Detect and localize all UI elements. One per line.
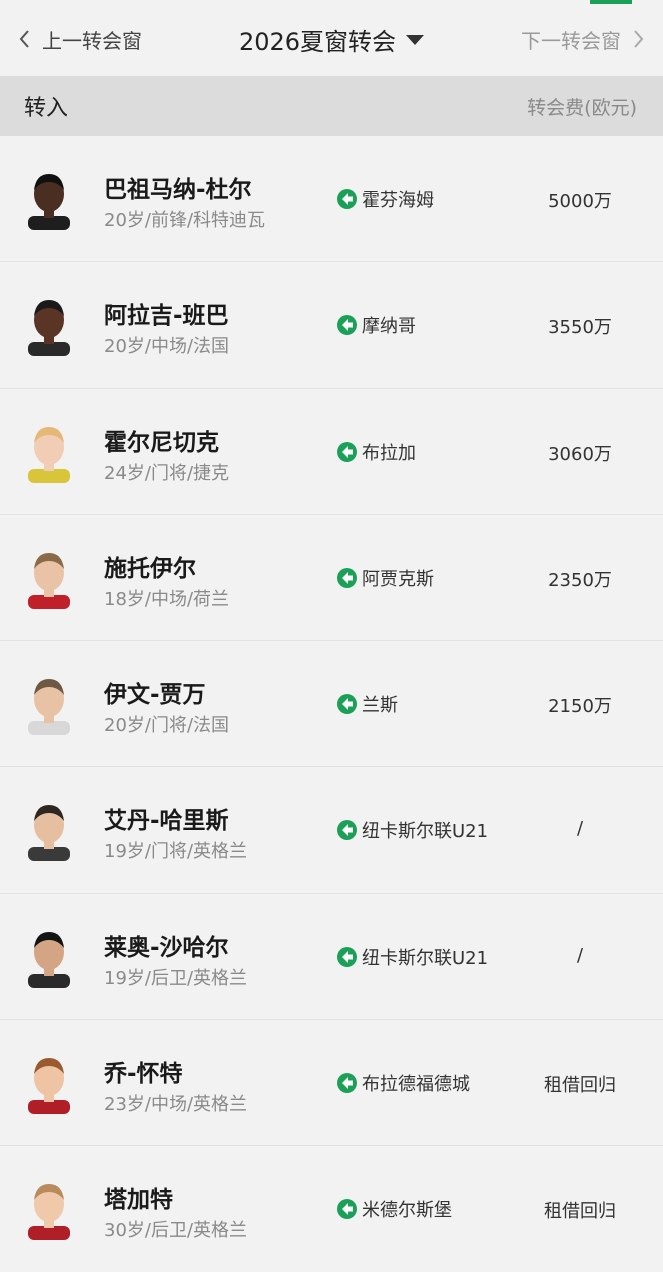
player-info: 18岁/中场/荷兰 bbox=[104, 588, 230, 610]
transfer-row[interactable]: 莱奥-沙哈尔 19岁/后卫/英格兰 纽卡斯尔联U21 / bbox=[0, 893, 663, 1021]
transfer-in-arrow-icon bbox=[337, 315, 357, 336]
next-window-button[interactable]: 下一转会窗 bbox=[521, 22, 649, 56]
section-header: 转入 转会费(欧元) bbox=[0, 76, 663, 136]
transfer-in-arrow-icon bbox=[337, 189, 357, 209]
transfer-fee: 2350万 bbox=[548, 569, 612, 591]
from-club: 纽卡斯尔联U21 bbox=[336, 817, 488, 843]
from-club: 米德尔斯堡 bbox=[336, 1196, 452, 1222]
transfer-fee: 3060万 bbox=[548, 443, 612, 465]
from-club: 阿贾克斯 bbox=[336, 565, 434, 591]
from-club-name: 阿贾克斯 bbox=[362, 568, 434, 590]
transfer-row[interactable]: 乔-怀特 23岁/中场/英格兰 布拉德福德城 租借回归 bbox=[0, 1020, 663, 1147]
transfer-fee: 5000万 bbox=[548, 191, 612, 212]
transfer-list: 巴祖马纳-杜尔 20岁/前锋/科特迪瓦 霍芬海姆 5000万 阿拉吉-班巴 20… bbox=[0, 136, 663, 1272]
player-name: 塔加特 bbox=[104, 1187, 173, 1214]
next-window-label: 下一转会窗 bbox=[521, 28, 621, 53]
transfer-in-arrow-icon bbox=[337, 441, 357, 462]
transfer-row[interactable]: 阿拉吉-班巴 20岁/中场/法国 摩纳哥 3550万 bbox=[0, 262, 663, 389]
from-club-name: 霍芬海姆 bbox=[362, 190, 434, 211]
from-club-name: 纽卡斯尔联U21 bbox=[362, 947, 489, 969]
player-info: 19岁/后卫/英格兰 bbox=[104, 967, 248, 989]
window-title: 2026夏窗转会 bbox=[238, 27, 397, 56]
transfer-row[interactable]: 巴祖马纳-杜尔 20岁/前锋/科特迪瓦 霍芬海姆 5000万 bbox=[0, 136, 663, 263]
player-avatar bbox=[28, 300, 70, 357]
transfer-row[interactable]: 艾丹-哈里斯 19岁/门将/英格兰 纽卡斯尔联U21 / bbox=[0, 767, 663, 894]
player-info: 23岁/中场/英格兰 bbox=[104, 1094, 248, 1116]
player-info: 20岁/中场/法国 bbox=[104, 336, 230, 358]
player-avatar bbox=[28, 1184, 70, 1241]
top-navigation-bar: 上一转会窗 2026夏窗转会 下一转会窗 bbox=[0, 0, 663, 76]
player-avatar bbox=[28, 931, 70, 988]
player-name: 艾丹-哈里斯 bbox=[104, 808, 229, 835]
transfer-row[interactable]: 施托伊尔 18岁/中场/荷兰 阿贾克斯 2350万 bbox=[0, 514, 663, 642]
player-info: 20岁/门将/法国 bbox=[104, 715, 230, 737]
transfer-row[interactable]: 伊文-贾万 20岁/门将/法国 兰斯 2150万 bbox=[0, 641, 663, 768]
transfer-in-arrow-icon bbox=[337, 820, 357, 841]
player-info: 24岁/门将/捷克 bbox=[104, 462, 230, 484]
transfer-in-arrow-icon bbox=[337, 1073, 357, 1094]
player-avatar bbox=[28, 805, 70, 862]
player-name: 伊文-贾万 bbox=[104, 682, 206, 709]
from-club-name: 布拉德福德城 bbox=[362, 1074, 470, 1096]
player-avatar bbox=[28, 1058, 70, 1115]
transfer-row[interactable]: 塔加特 30岁/后卫/英格兰 米德尔斯堡 租借回归 bbox=[0, 1146, 663, 1272]
transfer-fee: 3550万 bbox=[548, 317, 612, 339]
player-name: 莱奥-沙哈尔 bbox=[104, 934, 229, 961]
transfer-in-arrow-icon bbox=[337, 694, 357, 715]
transfer-in-arrow-icon bbox=[337, 1199, 357, 1220]
player-avatar bbox=[28, 679, 70, 736]
active-indicator bbox=[590, 0, 632, 4]
player-name: 阿拉吉-班巴 bbox=[104, 303, 229, 330]
player-name: 巴祖马纳-杜尔 bbox=[104, 177, 252, 203]
from-club: 布拉德福德城 bbox=[336, 1070, 470, 1096]
from-club: 霍芬海姆 bbox=[336, 186, 434, 212]
from-club-name: 米德尔斯堡 bbox=[362, 1200, 452, 1222]
chevron-right-icon bbox=[627, 28, 649, 50]
from-club-name: 布拉加 bbox=[362, 442, 416, 464]
from-club-name: 纽卡斯尔联U21 bbox=[362, 821, 489, 843]
section-title: 转入 bbox=[24, 96, 69, 121]
from-club: 纽卡斯尔联U21 bbox=[336, 944, 488, 970]
transfer-fee: 租借回归 bbox=[544, 1201, 616, 1223]
from-club: 兰斯 bbox=[336, 691, 398, 717]
player-avatar bbox=[28, 552, 70, 609]
caret-down-icon bbox=[406, 35, 425, 45]
player-info: 19岁/门将/英格兰 bbox=[104, 841, 248, 863]
player-info: 20岁/前锋/科特迪瓦 bbox=[104, 210, 266, 231]
player-name: 乔-怀特 bbox=[104, 1061, 183, 1088]
transfer-fee: 租借回归 bbox=[544, 1075, 616, 1097]
transfer-fee: 2150万 bbox=[548, 696, 612, 718]
player-avatar bbox=[28, 174, 70, 230]
transfer-in-arrow-icon bbox=[337, 946, 357, 967]
from-club: 摩纳哥 bbox=[336, 312, 416, 338]
from-club-name: 兰斯 bbox=[362, 695, 398, 717]
player-name: 霍尔尼切克 bbox=[104, 429, 219, 456]
from-club: 布拉加 bbox=[336, 439, 416, 465]
transfer-fee: / bbox=[576, 818, 584, 840]
from-club-name: 摩纳哥 bbox=[362, 316, 416, 338]
fee-column-header: 转会费(欧元) bbox=[527, 96, 637, 119]
player-info: 30岁/后卫/英格兰 bbox=[104, 1220, 248, 1242]
transfer-fee: / bbox=[576, 944, 584, 966]
transfer-row[interactable]: 霍尔尼切克 24岁/门将/捷克 布拉加 3060万 bbox=[0, 388, 663, 515]
player-avatar bbox=[28, 426, 70, 483]
transfer-in-arrow-icon bbox=[337, 567, 357, 588]
player-name: 施托伊尔 bbox=[104, 555, 196, 582]
